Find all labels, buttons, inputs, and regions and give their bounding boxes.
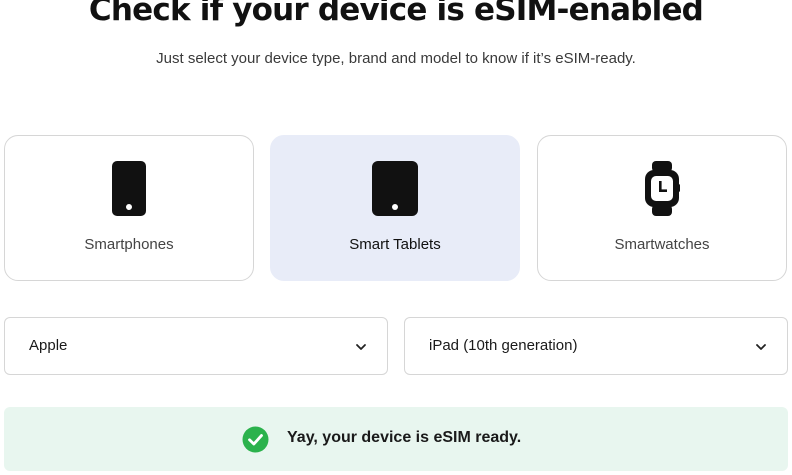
model-select[interactable]: iPad (10th generation)	[404, 317, 788, 375]
device-card-label: Smartphones	[84, 236, 174, 253]
brand-select[interactable]: Apple	[4, 317, 388, 375]
device-card-smart-tablets[interactable]: Smart Tablets	[270, 135, 520, 281]
page-title: Check if your device is eSIM-enabled	[88, 0, 704, 28]
check-circle-icon	[242, 426, 269, 458]
device-card-label: Smartwatches	[614, 236, 710, 253]
model-select-value: iPad (10th generation)	[429, 337, 578, 354]
esim-result-message: Yay, your device is eSIM ready.	[287, 429, 522, 446]
tablet-icon	[371, 160, 419, 223]
device-card-smartwatches[interactable]: Smartwatches	[537, 135, 787, 281]
smartwatch-icon	[643, 160, 681, 223]
smartphone-icon	[111, 160, 147, 223]
device-card-smartphones[interactable]: Smartphones	[4, 135, 254, 281]
esim-result-banner: Yay, your device is eSIM ready.	[4, 407, 788, 471]
brand-select-value: Apple	[29, 337, 68, 354]
chevron-down-icon	[355, 340, 367, 358]
device-type-selector: Smartphones Smart Tablets Smartwatches	[4, 135, 788, 281]
esim-check-page: Check if your device is eSIM-enabled Jus…	[0, 0, 792, 475]
chevron-down-icon	[755, 340, 767, 358]
device-card-label: Smart Tablets	[349, 236, 441, 253]
page-subtitle: Just select your device type, brand and …	[156, 50, 636, 67]
